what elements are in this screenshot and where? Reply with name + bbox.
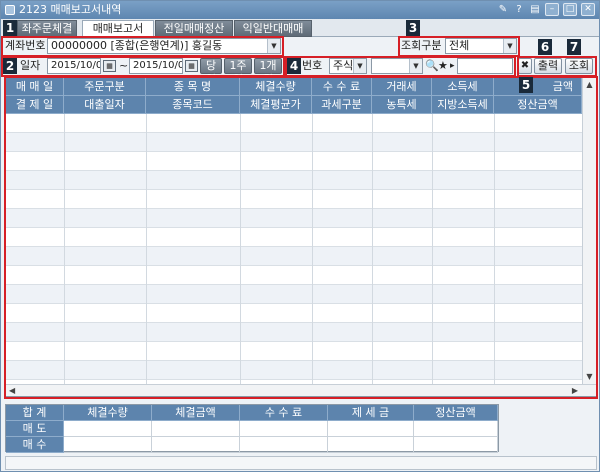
summary-cell (328, 421, 414, 437)
callout-badge-2: 2 (3, 58, 17, 74)
callout-badge-1: 1 (3, 20, 17, 36)
tab-prev-day-settlement[interactable]: 전일매매정산 (155, 20, 233, 37)
window-title: 2123 매매보고서내역 (19, 3, 122, 16)
summary-cell (328, 437, 414, 453)
main-window: 2123 매매보고서내역 ✎ ? ▤ – □ ✕ 좌주문체결 매매보고서 전일매… (0, 0, 600, 472)
summary-cell (240, 437, 328, 453)
minimize-button[interactable]: – (545, 3, 559, 16)
summary-header-exec-amount: 체결금액 (152, 405, 240, 421)
callout-box-1 (1, 36, 284, 57)
tab-order-execution[interactable]: 좌주문체결 (17, 20, 77, 37)
callout-box-5 (4, 76, 598, 399)
summary-cell (152, 421, 240, 437)
callout-box-3 (398, 36, 520, 57)
summary-header-fee: 수 수 료 (240, 405, 328, 421)
callout-badge-3: 3 (406, 20, 420, 36)
summary-table: 합 계 체결수량 체결금액 수 수 료 제 세 금 정산금액 매 도 매 수 (5, 404, 499, 453)
summary-cell (152, 437, 240, 453)
summary-header-exec-qty: 체결수량 (64, 405, 152, 421)
tab-trade-report[interactable]: 매매보고서 (82, 20, 154, 37)
title-bar: 2123 매매보고서내역 ✎ ? ▤ – □ ✕ (1, 1, 599, 19)
pin-icon[interactable]: ✎ (497, 3, 509, 16)
close-button[interactable]: ✕ (581, 3, 595, 16)
callout-badge-5: 5 (519, 77, 533, 93)
summary-header-taxes: 제 세 금 (328, 405, 414, 421)
menu-icon[interactable]: ▤ (529, 3, 541, 16)
summary-row-sell-label: 매 도 (6, 421, 64, 437)
help-icon[interactable]: ? (513, 3, 525, 16)
callout-box-2 (1, 56, 285, 77)
callout-badge-7: 7 (567, 39, 581, 55)
callout-badge-6: 6 (538, 39, 552, 55)
callout-badge-4: 4 (287, 58, 301, 74)
summary-header-settle-amount: 정산금액 (414, 405, 498, 421)
maximize-button[interactable]: □ (563, 3, 577, 16)
summary-header-total: 합 계 (6, 405, 64, 421)
tab-bar: 좌주문체결 매매보고서 전일매매정산 익일반대매매 (1, 19, 599, 37)
summary-cell (240, 421, 328, 437)
summary-cell (414, 437, 498, 453)
summary-cell (64, 437, 152, 453)
summary-cell (414, 421, 498, 437)
title-bar-controls: ✎ ? ▤ – □ ✕ (497, 3, 595, 16)
callout-box-6-7 (517, 56, 597, 77)
tab-next-day-reverse[interactable]: 익일반대매매 (234, 20, 312, 37)
callout-box-4 (285, 56, 516, 77)
app-icon (5, 5, 15, 15)
summary-cell (64, 421, 152, 437)
summary-row-buy-label: 매 수 (6, 437, 64, 453)
status-bar (5, 456, 597, 470)
